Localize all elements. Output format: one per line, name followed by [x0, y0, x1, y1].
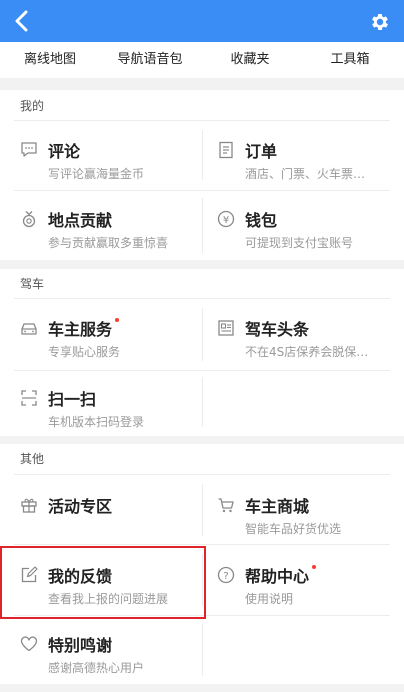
menu-item-driving-news[interactable]: 驾车头条 不在4S店保养会脱保…: [217, 316, 402, 376]
menu-item-wallet[interactable]: ¥ 钱包 可提现到支付宝账号: [217, 207, 402, 267]
menu-item-help-center[interactable]: ? 帮助中心 使用说明: [217, 563, 402, 623]
item-title: 帮助中心: [245, 563, 317, 587]
item-title: 驾车头条: [245, 320, 310, 339]
menu-item-car-owner-service[interactable]: 车主服务 专享贴心服务: [20, 316, 205, 376]
svg-text:¥: ¥: [223, 215, 229, 226]
svg-text:?: ?: [223, 571, 228, 582]
help-icon: ?: [217, 566, 235, 584]
medal-icon: [22, 211, 36, 228]
section-mine: 我的 评论 写评论赢海量金币 订单 酒店、门票、火车票… 地点贡献 参与贡献赢取…: [0, 90, 404, 260]
comment-icon: [21, 142, 37, 157]
item-subtitle: 使用说明: [245, 592, 294, 606]
news-icon: [218, 320, 234, 336]
badge-dot: [312, 565, 317, 569]
heart-icon: [20, 636, 38, 652]
item-title: 钱包: [245, 211, 278, 230]
section-title: 我的: [20, 99, 45, 113]
item-subtitle: 酒店、门票、火车票…: [245, 167, 366, 181]
item-subtitle: 感谢高德热心用户: [48, 661, 145, 675]
menu-item-special-thanks[interactable]: 特别鸣谢 感谢高德热心用户: [20, 632, 205, 692]
item-subtitle: 参与贡献赢取多重惊喜: [48, 236, 169, 250]
menu-item-contributions[interactable]: 地点贡献 参与贡献赢取多重惊喜: [20, 207, 205, 267]
tool-offline-map[interactable]: 离线地图: [0, 42, 100, 67]
item-title: 订单: [245, 142, 278, 161]
wallet-icon: ¥: [217, 210, 235, 228]
item-subtitle: 可提现到支付宝账号: [245, 236, 354, 250]
item-subtitle: 不在4S店保养会脱保…: [245, 345, 369, 359]
item-title: 车主商城: [245, 497, 310, 516]
item-title: 扫一扫: [48, 390, 97, 409]
section-drive: 驾车 车主服务 专享贴心服务 驾车头条 不在4S店保养会脱保… 扫一扫 车机版本…: [0, 269, 404, 436]
chevron-left-icon[interactable]: [12, 10, 32, 32]
item-title: 特别鸣谢: [48, 636, 113, 655]
badge-dot: [115, 318, 120, 322]
menu-item-comments[interactable]: 评论 写评论赢海量金币: [20, 138, 205, 198]
menu-item-orders[interactable]: 订单 酒店、门票、火车票…: [217, 138, 402, 198]
tool-toolbox[interactable]: 工具箱: [300, 42, 400, 67]
section-title: 其他: [20, 452, 45, 466]
item-subtitle: 智能车品好货优选: [245, 522, 342, 536]
gift-icon: [21, 498, 37, 513]
tool-favorites[interactable]: 收藏夹: [200, 42, 300, 67]
tool-strip: 离线地图 导航语音包 收藏夹 工具箱: [0, 42, 404, 78]
top-bar: [0, 0, 404, 42]
item-title: 地点贡献: [48, 211, 113, 230]
menu-item-scan[interactable]: 扫一扫 车机版本扫码登录: [20, 386, 205, 446]
section-title: 驾车: [20, 277, 45, 291]
item-subtitle: 写评论赢海量金币: [48, 167, 145, 181]
gear-icon[interactable]: [369, 11, 391, 33]
car-icon: [21, 323, 37, 335]
item-title: 评论: [48, 142, 81, 161]
item-subtitle: 车机版本扫码登录: [48, 415, 145, 429]
scan-icon: [21, 390, 37, 406]
item-subtitle: 专享贴心服务: [48, 345, 121, 359]
tool-voice-pack[interactable]: 导航语音包: [100, 42, 200, 67]
feedback-highlight-box: [0, 546, 206, 619]
order-icon: [219, 141, 233, 159]
item-title: 活动专区: [48, 497, 113, 516]
cart-icon: [218, 498, 234, 513]
item-title: 车主服务: [48, 316, 120, 340]
